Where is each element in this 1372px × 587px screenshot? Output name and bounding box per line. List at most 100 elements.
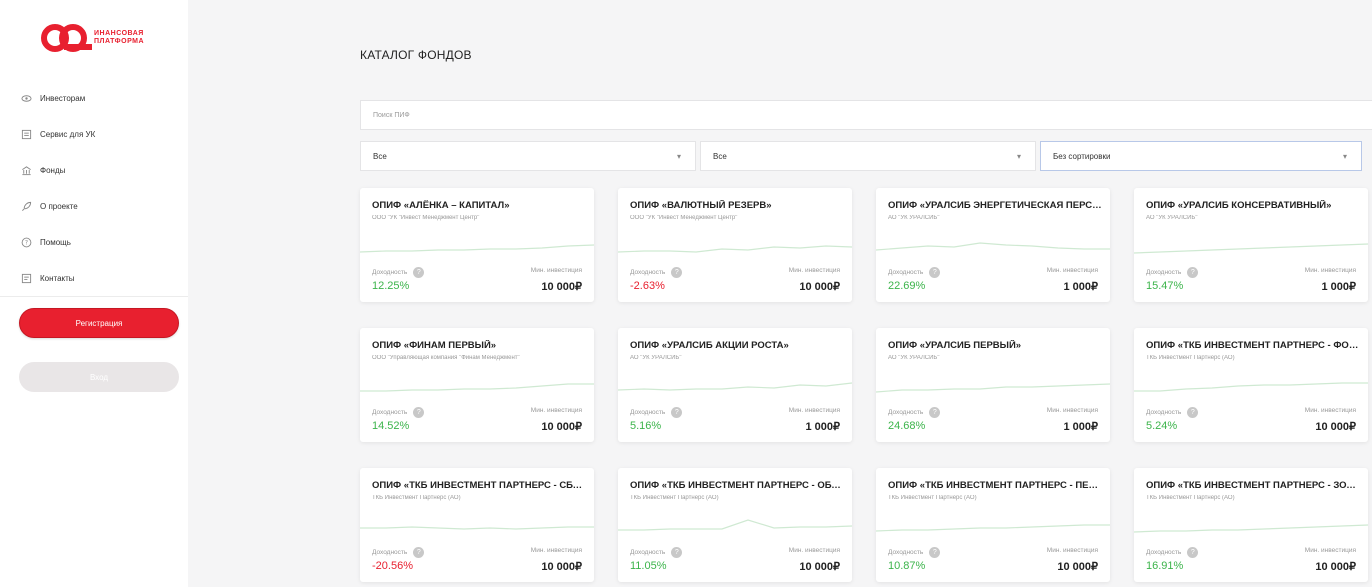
fund-sparkline <box>360 383 594 392</box>
sidebar-item-help[interactable]: ? Помощь <box>20 224 180 260</box>
login-button[interactable]: Вход <box>19 362 179 392</box>
min-invest-label: Мин. инвестиция <box>1046 407 1098 414</box>
yield-value: 5.16% <box>630 420 662 432</box>
sidebar-item-funds[interactable]: Фонды <box>20 152 180 188</box>
sidebar-item-about[interactable]: О проекте <box>20 188 180 224</box>
fund-company: ООО "Управляющая компания "Финам Менеджм… <box>372 355 520 361</box>
min-invest-label: Мин. инвестиция <box>530 407 582 414</box>
yield-value: 24.68% <box>888 420 926 432</box>
fund-card[interactable]: ОПИФ «ВАЛЮТНЫЙ РЕЗЕРВ» ООО "УК "Инвест Ме… <box>618 188 852 302</box>
yield-label: Доходность? <box>888 407 941 418</box>
help-icon[interactable]: ? <box>413 547 425 558</box>
yield-label: Доходность? <box>372 267 425 278</box>
fund-title: ОПИФ «УРАЛСИБ ПЕРВЫЙ» <box>888 340 1022 351</box>
sidebar-item-label: Контакты <box>40 273 75 283</box>
min-invest-value: 10 000₽ <box>799 281 840 293</box>
logo-text-line2: ПЛАТФОРМА <box>94 38 145 45</box>
logo-text-line1: ИНАНСОВАЯ <box>94 30 144 37</box>
fund-title: ОПИФ «ВАЛЮТНЫЙ РЕЗЕРВ» <box>630 200 772 211</box>
fund-card[interactable]: ОПИФ «УРАЛСИБ ПЕРВЫЙ» АО "УК УРАЛСИБ" Дохо… <box>876 328 1110 442</box>
help-icon[interactable]: ? <box>929 267 941 278</box>
fund-company: АО "УК УРАЛСИБ" <box>630 355 682 361</box>
yield-label: Доходность? <box>1146 547 1199 558</box>
sidebar-item-label: Сервис для УК <box>40 129 96 139</box>
fund-company: АО "УК УРАЛСИБ" <box>888 355 940 361</box>
yield-label: Доходность? <box>372 547 425 558</box>
logo-icon <box>41 24 92 52</box>
fund-card[interactable]: ОПИФ «АЛЁНКА – КАПИТАЛ» ООО "УК "Инвест М… <box>360 188 594 302</box>
fund-sparkline-line <box>360 383 594 392</box>
fund-sparkline <box>618 382 852 391</box>
yield-label: Доходность? <box>630 267 683 278</box>
fund-sparkline-line <box>1134 524 1368 533</box>
min-invest-value: 1 000₽ <box>1063 421 1098 433</box>
yield-value: -20.56% <box>372 560 413 572</box>
fund-sparkline <box>1134 524 1368 533</box>
fund-company: АО "УК УРАЛСИБ" <box>888 215 940 221</box>
sidebar-item-contacts[interactable]: Контакты <box>20 260 180 296</box>
fund-card[interactable]: ОПИФ «ТКБ ИНВЕСТМЕНТ ПАРТНЕРС - ПЕРВЫЙ» Т… <box>876 468 1110 582</box>
sidebar-nav: Инвесторам Сервис для УК Фонды О проекте… <box>20 80 180 296</box>
fund-title: ОПИФ «УРАЛСИБ АКЦИИ РОСТА» <box>630 340 789 351</box>
sidebar-item-investors[interactable]: Инвесторам <box>20 80 180 116</box>
yield-value: 5.24% <box>1146 420 1178 432</box>
fund-card[interactable]: ОПИФ «УРАЛСИБ КОНСЕРВАТИВНЫЙ» АО "УК УРАЛ… <box>1134 188 1368 302</box>
yield-label-text: Доходность <box>630 549 666 556</box>
fund-company: ТКБ Инвестмент Партнерс (АО) <box>372 495 461 501</box>
min-invest-value: 10 000₽ <box>1315 561 1356 573</box>
fund-sparkline-line <box>618 245 852 253</box>
sidebar-item-service[interactable]: Сервис для УК <box>20 116 180 152</box>
min-invest-label: Мин. инвестиция <box>1304 407 1356 414</box>
yield-label-text: Доходность <box>372 409 408 416</box>
fund-sparkline-line <box>876 383 1110 393</box>
help-icon[interactable]: ? <box>671 267 683 278</box>
fund-sparkline <box>1134 382 1368 392</box>
fund-title: ОПИФ «ТКБ ИНВЕСТМЕНТ ПАРТНЕРС - ФОНД АКЦ… <box>1146 340 1360 351</box>
help-icon[interactable]: ? <box>1187 547 1199 558</box>
fund-card[interactable]: ОПИФ «ТКБ ИНВЕСТМЕНТ ПАРТНЕРС - СБАЛАНСИ… <box>360 468 594 582</box>
help-icon[interactable]: ? <box>413 267 425 278</box>
min-invest-value: 10 000₽ <box>541 421 582 433</box>
yield-label-text: Доходность <box>372 549 408 556</box>
yield-label: Доходность? <box>1146 407 1199 418</box>
help-icon[interactable]: ? <box>1187 407 1199 418</box>
sort-select[interactable]: Без сортировки ▾ <box>1040 141 1362 171</box>
type-filter-select[interactable]: Все ▾ <box>360 141 696 171</box>
search-input[interactable]: Поиск ПИФ <box>360 100 1372 130</box>
yield-label: Доходность? <box>888 547 941 558</box>
page-title: КАТАЛОГ ФОНДОВ <box>360 48 472 62</box>
help-icon[interactable]: ? <box>413 407 425 418</box>
svg-text:?: ? <box>24 239 27 246</box>
min-invest-label: Мин. инвестиция <box>788 267 840 274</box>
fund-title: ОПИФ «ТКБ ИНВЕСТМЕНТ ПАРТНЕРС - ПЕРВЫЙ» <box>888 480 1102 491</box>
help-icon[interactable]: ? <box>671 407 683 418</box>
help-icon[interactable]: ? <box>929 547 941 558</box>
fund-card[interactable]: ОПИФ «УРАЛСИБ ЭНЕРГЕТИЧЕСКАЯ ПЕРСПЕКТИВА… <box>876 188 1110 302</box>
fund-sparkline-line <box>1134 382 1368 392</box>
fund-sparkline-line <box>360 244 594 253</box>
contacts-icon <box>20 272 32 284</box>
yield-label: Доходность? <box>372 407 425 418</box>
company-filter-select[interactable]: Все ▾ <box>700 141 1036 171</box>
logo[interactable]: ИНАНСОВАЯ ПЛАТФОРМА <box>40 20 170 56</box>
fund-title: ОПИФ «УРАЛСИБ КОНСЕРВАТИВНЫЙ» <box>1146 200 1332 211</box>
help-icon[interactable]: ? <box>929 407 941 418</box>
yield-label: Доходность? <box>630 547 683 558</box>
yield-value: -2.63% <box>630 280 665 292</box>
fund-company: ТКБ Инвестмент Партнерс (АО) <box>1146 495 1235 501</box>
register-button[interactable]: Регистрация <box>19 308 179 338</box>
fund-card[interactable]: ОПИФ «ТКБ ИНВЕСТМЕНТ ПАРТНЕРС - ОБЛИГАЦИ… <box>618 468 852 582</box>
yield-label-text: Доходность <box>888 409 924 416</box>
fund-card[interactable]: ОПИФ «ТКБ ИНВЕСТМЕНТ ПАРТНЕРС - ФОНД АКЦ… <box>1134 328 1368 442</box>
help-icon[interactable]: ? <box>1187 267 1199 278</box>
fund-card[interactable]: ОПИФ «ФИНАМ ПЕРВЫЙ» ООО "Управляющая комп… <box>360 328 594 442</box>
fund-card[interactable]: ОПИФ «УРАЛСИБ АКЦИИ РОСТА» АО "УК УРАЛСИБ… <box>618 328 852 442</box>
fund-card[interactable]: ОПИФ «ТКБ ИНВЕСТМЕНТ ПАРТНЕРС - ЗОЛОТОЙ»… <box>1134 468 1368 582</box>
yield-label-text: Доходность <box>888 549 924 556</box>
fund-sparkline-line <box>1134 243 1368 254</box>
sidebar-divider <box>0 296 188 297</box>
fund-sparkline <box>876 242 1110 251</box>
help-icon[interactable]: ? <box>671 547 683 558</box>
investors-icon <box>20 92 32 104</box>
fund-title: ОПИФ «ФИНАМ ПЕРВЫЙ» <box>372 340 497 351</box>
